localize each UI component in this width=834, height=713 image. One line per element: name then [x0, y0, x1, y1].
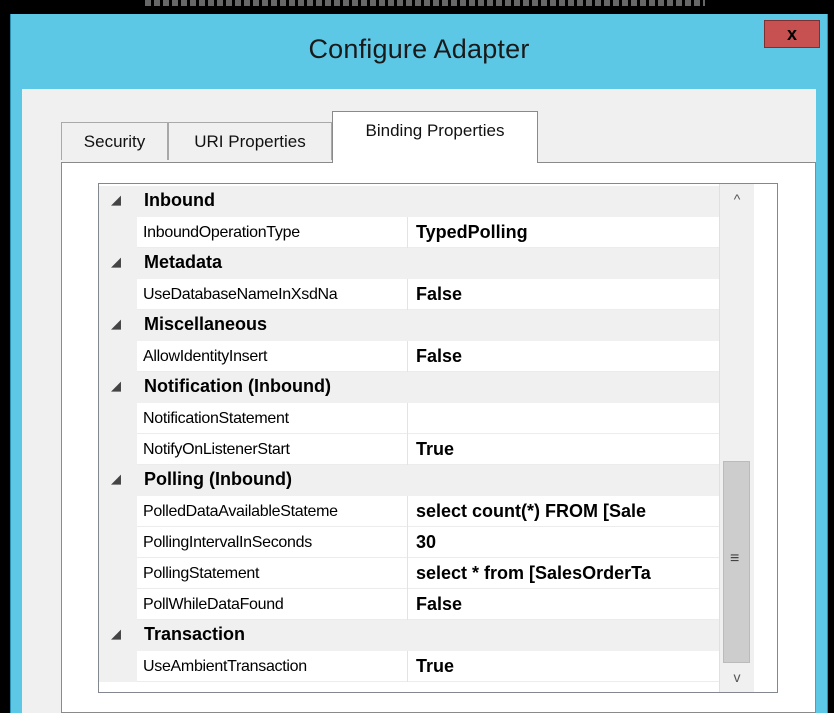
row-margin: [99, 558, 137, 589]
binding-properties-panel: UseAmbientTransaction True ◢ Transaction Pol…: [61, 162, 816, 713]
category-label: Notification (Inbound): [144, 376, 331, 396]
category-label: Inbound: [144, 190, 215, 210]
property-value[interactable]: False: [416, 279, 719, 310]
row-margin: [99, 434, 137, 465]
tab-uri-properties[interactable]: URI Properties: [168, 122, 332, 160]
property-name[interactable]: PolledDataAvailableStateme: [137, 496, 408, 527]
property-value[interactable]: True: [416, 651, 719, 682]
collapse-icon[interactable]: ◢: [111, 316, 121, 332]
scroll-thumb[interactable]: ≡: [723, 461, 750, 663]
property-value[interactable]: select count(*) FROM [Sale: [416, 496, 719, 527]
tab-binding-properties[interactable]: Binding Properties: [332, 111, 538, 163]
collapse-icon[interactable]: ◢: [111, 254, 121, 270]
property-row[interactable]: PollingIntervalInSeconds 30: [99, 527, 719, 558]
property-name[interactable]: AllowIdentityInsert: [137, 341, 408, 372]
scroll-up-icon[interactable]: ^: [720, 184, 754, 214]
category-label: Miscellaneous: [144, 314, 268, 334]
property-value[interactable]: True: [416, 434, 719, 465]
property-name[interactable]: UseAmbientTransaction: [137, 651, 408, 682]
collapse-icon[interactable]: ◢: [111, 471, 121, 487]
property-name[interactable]: PollingIntervalInSeconds: [137, 527, 408, 558]
collapse-icon[interactable]: ◢: [111, 378, 121, 394]
property-value[interactable]: False: [416, 341, 719, 372]
property-row[interactable]: PollWhileDataFound False: [99, 589, 719, 620]
property-value[interactable]: 30: [416, 527, 719, 558]
category-row[interactable]: ◢ Miscellaneous: [99, 310, 719, 341]
row-margin: [99, 403, 137, 434]
property-name[interactable]: UseDatabaseNameInXsdNa: [137, 279, 408, 310]
property-name[interactable]: PollWhileDataFound: [137, 589, 408, 620]
row-margin: [99, 341, 137, 372]
category-label: Polling (Inbound): [144, 469, 292, 489]
property-row[interactable]: PolledDataAvailableStateme select count(*…: [99, 496, 719, 527]
collapse-icon[interactable]: ◢: [111, 626, 121, 642]
property-value[interactable]: [416, 403, 719, 434]
property-value[interactable]: select * from [SalesOrderTa: [416, 558, 719, 589]
configure-adapter-dialog: Configure Adapter x Security URI Propert…: [10, 14, 828, 713]
grip-icon: ≡: [730, 550, 740, 567]
tab-security[interactable]: Security: [61, 122, 168, 160]
background-strip: [0, 0, 834, 14]
category-label: Transaction: [144, 624, 246, 644]
property-row[interactable]: UseDatabaseNameInXsdNa False: [99, 279, 719, 310]
property-name[interactable]: InboundOperationType: [137, 217, 408, 248]
collapse-icon[interactable]: ◢: [111, 192, 121, 208]
property-grid[interactable]: UseAmbientTransaction True ◢ Transaction Pol…: [98, 183, 778, 693]
category-row[interactable]: ◢ Transaction: [99, 620, 719, 651]
category-row[interactable]: ◢ Polling (Inbound): [99, 465, 719, 496]
background-window-text: [145, 0, 705, 6]
property-row[interactable]: UseAmbientTransaction True: [99, 651, 719, 682]
dialog-client-area: Security URI Properties Binding Properti…: [22, 89, 816, 713]
row-margin: [99, 496, 137, 527]
category-row[interactable]: ◢ Metadata: [99, 248, 719, 279]
property-value[interactable]: TypedPolling: [416, 217, 719, 248]
property-row[interactable]: PollingStatement select * from [SalesOrde…: [99, 558, 719, 589]
category-row[interactable]: ◢ Notification (Inbound): [99, 372, 719, 403]
category-row[interactable]: ◢ Inbound: [99, 186, 719, 217]
scroll-down-icon[interactable]: v: [720, 662, 754, 692]
close-button[interactable]: x: [764, 20, 820, 48]
row-margin: [99, 527, 137, 558]
row-margin: [99, 279, 137, 310]
row-margin: [99, 217, 137, 248]
category-label: Metadata: [144, 252, 223, 272]
row-margin: [99, 651, 137, 682]
title-bar[interactable]: Configure Adapter x: [11, 14, 827, 78]
property-row[interactable]: AllowIdentityInsert False: [99, 341, 719, 372]
property-row[interactable]: NotifyOnListenerStart True: [99, 434, 719, 465]
property-row[interactable]: InboundOperationType TypedPolling: [99, 217, 719, 248]
property-row[interactable]: NotificationStatement: [99, 403, 719, 434]
property-value[interactable]: False: [416, 589, 719, 620]
dialog-title: Configure Adapter: [308, 34, 530, 64]
property-name[interactable]: NotificationStatement: [137, 403, 408, 434]
property-name[interactable]: NotifyOnListenerStart: [137, 434, 408, 465]
vertical-scrollbar[interactable]: ^ ≡ v: [719, 184, 754, 692]
row-margin: [99, 589, 137, 620]
property-name[interactable]: PollingStatement: [137, 558, 408, 589]
